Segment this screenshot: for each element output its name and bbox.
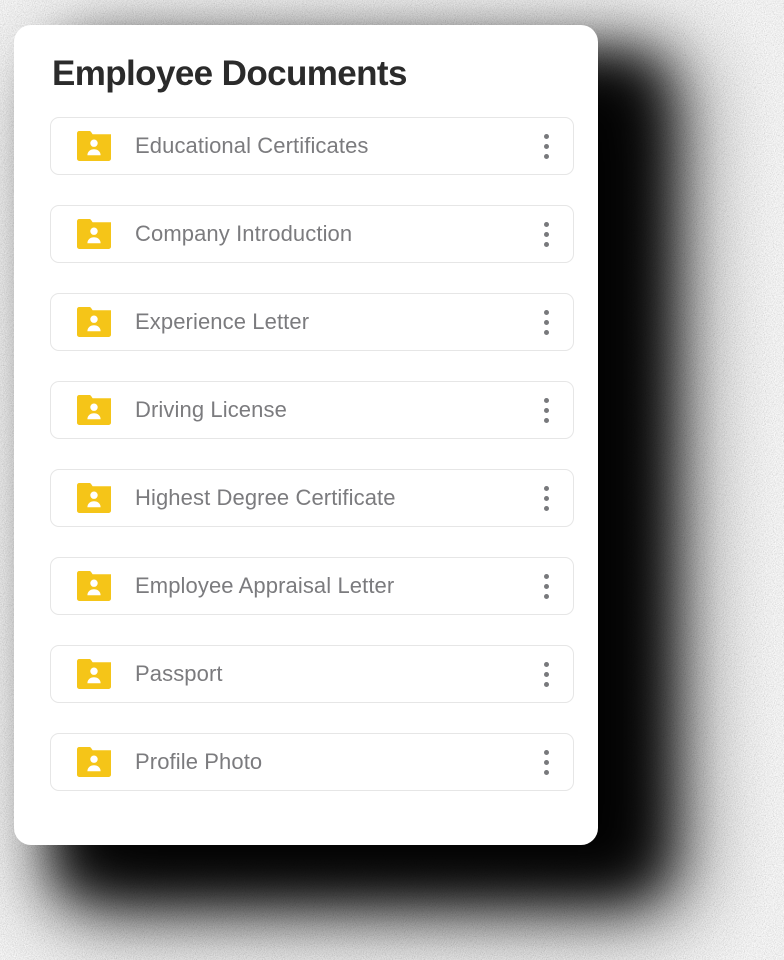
list-item[interactable]: Experience Letter [50, 293, 574, 351]
kebab-dot [543, 583, 549, 589]
kebab-dot [543, 143, 549, 149]
document-list: Educational Certificates Company Introdu… [14, 96, 598, 791]
kebab-menu-icon[interactable] [533, 131, 559, 161]
kebab-dot [543, 329, 549, 335]
list-item-label: Employee Appraisal Letter [135, 573, 395, 598]
kebab-dot [543, 397, 549, 403]
folder-user-icon [77, 659, 111, 689]
kebab-dot [543, 231, 549, 237]
kebab-dot [543, 309, 549, 315]
folder-user-icon [77, 395, 111, 425]
kebab-menu-icon[interactable] [533, 307, 559, 337]
folder-user-icon [77, 747, 111, 777]
folder-user-icon [77, 219, 111, 249]
kebab-dot [543, 133, 549, 139]
list-item[interactable]: Profile Photo [50, 733, 574, 791]
list-item[interactable]: Company Introduction [50, 205, 574, 263]
kebab-dot [543, 221, 549, 227]
list-item[interactable]: Educational Certificates [50, 117, 574, 175]
list-item[interactable]: Highest Degree Certificate [50, 469, 574, 527]
kebab-dot [543, 417, 549, 423]
list-item-label: Passport [135, 661, 223, 686]
kebab-dot [543, 759, 549, 765]
folder-user-icon [77, 131, 111, 161]
list-item-label: Driving License [135, 397, 287, 422]
list-item-label: Highest Degree Certificate [135, 485, 396, 510]
kebab-menu-icon[interactable] [533, 659, 559, 689]
kebab-dot [543, 593, 549, 599]
list-item-label: Experience Letter [135, 309, 310, 334]
kebab-dot [543, 153, 549, 159]
kebab-dot [543, 505, 549, 511]
list-item[interactable]: Passport [50, 645, 574, 703]
screenshot-stage: Employee Documents Educational Certifica… [0, 0, 784, 960]
folder-user-icon [77, 483, 111, 513]
kebab-dot [543, 495, 549, 501]
list-item-label: Company Introduction [135, 221, 353, 246]
list-item[interactable]: Employee Appraisal Letter [50, 557, 574, 615]
list-item-label: Profile Photo [135, 749, 263, 774]
kebab-menu-icon[interactable] [533, 483, 559, 513]
folder-user-icon [77, 307, 111, 337]
kebab-dot [543, 319, 549, 325]
kebab-menu-icon[interactable] [533, 395, 559, 425]
list-item[interactable]: Driving License [50, 381, 574, 439]
folder-user-icon [77, 571, 111, 601]
kebab-dot [543, 661, 549, 667]
kebab-dot [543, 671, 549, 677]
kebab-dot [543, 769, 549, 775]
kebab-dot [543, 485, 549, 491]
kebab-dot [543, 241, 549, 247]
page-title: Employee Documents [52, 54, 407, 93]
list-item-label: Educational Certificates [135, 133, 369, 158]
kebab-dot [543, 573, 549, 579]
kebab-dot [543, 407, 549, 413]
kebab-dot [543, 681, 549, 687]
kebab-menu-icon[interactable] [533, 747, 559, 777]
kebab-menu-icon[interactable] [533, 571, 559, 601]
kebab-dot [543, 749, 549, 755]
employee-documents-card: Employee Documents Educational Certifica… [14, 25, 598, 845]
kebab-menu-icon[interactable] [533, 219, 559, 249]
